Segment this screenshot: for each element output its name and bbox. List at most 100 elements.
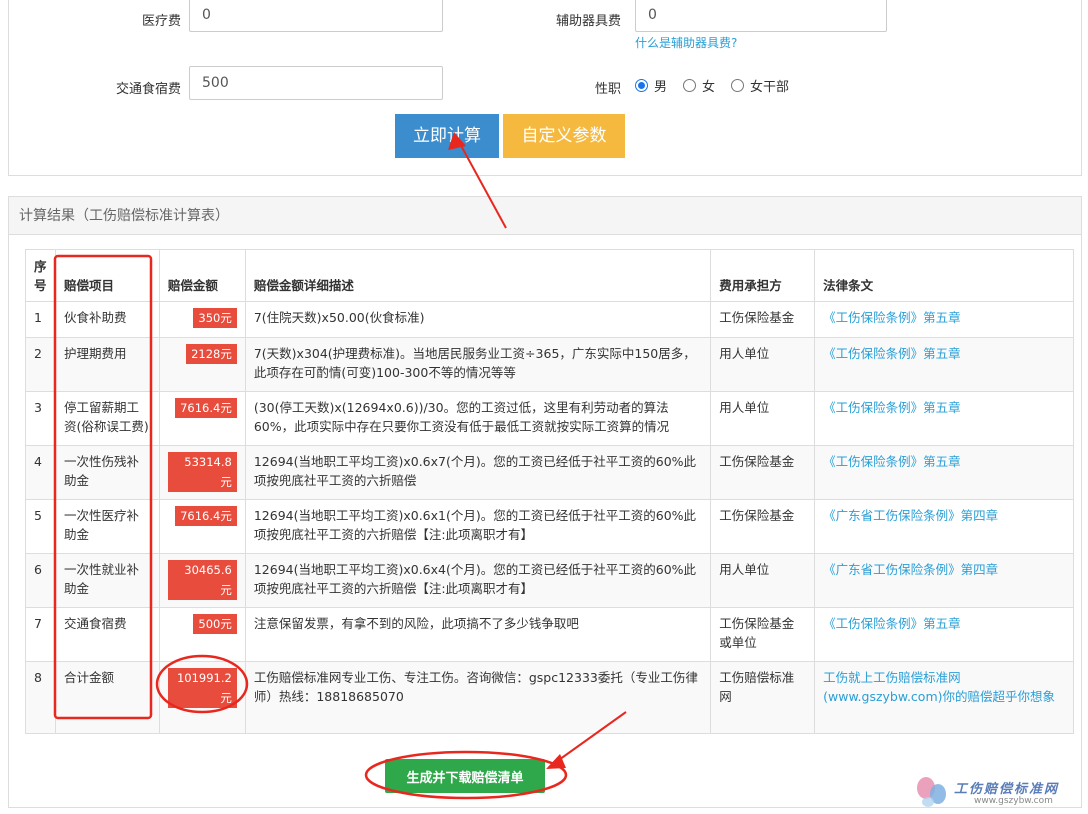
amount-badge: 53314.8元 [167,452,237,492]
law-link[interactable]: 《工伤保险条例》第五章 [823,346,961,361]
amount-badge: 350元 [193,308,237,328]
row-payer: 工伤保险基金 [710,445,816,500]
table-row: 2 护理期费用 2128元 7(天数)x304(护理费标准)。当地居民服务业工资… [25,337,1074,392]
row-no: 1 [25,301,56,338]
radio-female-cadre[interactable] [731,79,745,92]
law-link[interactable]: 《工伤保险条例》第五章 [823,310,961,325]
medical-fee-input[interactable]: 0 [189,0,443,32]
table-row-total: 8 合计金额 101991.2元 工伤赔偿标准网专业工伤、专注工伤。咨询微信：g… [25,661,1074,734]
law-link[interactable]: 《工伤保险条例》第五章 [823,400,961,415]
amount-badge: 2128元 [186,344,237,364]
row-description: 12694(当地职工平均工资)x0.6x1(个月)。您的工资已经低于社平工资的6… [244,499,712,554]
job-type-radio-group: 男 女 女干部 [635,76,799,95]
row-item: 一次性就业补助金 [54,553,160,608]
row-item: 合计金额 [54,661,160,734]
amount-badge: 500元 [193,614,237,634]
watermark-url: www.gszybw.com [974,796,1053,806]
row-no: 3 [25,391,56,446]
row-amount-cell: 2128元 [158,337,246,392]
amount-badge: 7616.4元 [175,398,237,418]
row-amount-cell: 7616.4元 [158,391,246,446]
row-no: 8 [25,661,56,734]
law-link[interactable]: 《工伤保险条例》第五章 [823,454,961,469]
row-description: 7(住院天数)x50.00(伙食标准) [244,301,712,338]
table-row: 5 一次性医疗补助金 7616.4元 12694(当地职工平均工资)x0.6x1… [25,499,1074,554]
medical-fee-label: 医疗费 [141,14,181,29]
row-item: 伙食补助费 [54,301,160,338]
row-law-cell: 《工伤保险条例》第五章 [814,607,1074,662]
table-row: 7 交通食宿费 500元 注意保留发票，有拿不到的风险，此项搞不了多少钱争取吧 … [25,607,1074,662]
header-amount: 赔偿金额 [158,249,246,302]
row-item: 一次性伤残补助金 [54,445,160,500]
header-law: 法律条文 [814,249,1074,302]
row-amount-cell: 500元 [158,607,246,662]
input-form-panel: 医疗费 0 辅助器具费 0 什么是辅助器具费? 交通食宿费 500 性职 男 女… [8,0,1082,176]
transport-fee-label: 交通食宿费 [115,82,181,97]
assist-device-fee-label: 辅助器具费 [555,14,621,29]
table-header-row: 序号 赔偿项目 赔偿金额 赔偿金额详细描述 费用承担方 法律条文 [25,249,1074,302]
row-payer: 用人单位 [710,391,816,446]
header-description: 赔偿金额详细描述 [244,249,712,302]
site-link[interactable]: 工伤就上工伤赔偿标准网(www.gszybw.com)你的赔偿超乎你想象 [823,670,1055,704]
row-law-cell: 《工伤保险条例》第五章 [814,301,1074,338]
law-link[interactable]: 《广东省工伤保险条例》第四章 [823,562,998,577]
header-payer: 费用承担方 [710,249,816,302]
radio-female[interactable] [683,79,697,92]
table-row: 1 伙食补助费 350元 7(住院天数)x50.00(伙食标准) 工伤保险基金 … [25,301,1074,338]
table-row: 4 一次性伤残补助金 53314.8元 12694(当地职工平均工资)x0.6x… [25,445,1074,500]
row-no: 7 [25,607,56,662]
custom-params-button[interactable]: 自定义参数 [503,114,625,158]
row-payer: 工伤保险基金或单位 [710,607,816,662]
row-no: 6 [25,553,56,608]
row-amount-cell: 53314.8元 [158,445,246,500]
row-no: 5 [25,499,56,554]
job-type-label: 性职 [594,82,621,97]
row-law-cell: 《广东省工伤保险条例》第四章 [814,499,1074,554]
row-law-cell: 《工伤保险条例》第五章 [814,391,1074,446]
row-law-cell: 工伤就上工伤赔偿标准网(www.gszybw.com)你的赔偿超乎你想象 [814,661,1074,734]
radio-male-label: 男 [654,80,668,95]
row-item: 护理期费用 [54,337,160,392]
row-payer: 用人单位 [710,553,816,608]
amount-badge: 30465.6元 [167,560,237,600]
law-link[interactable]: 《工伤保险条例》第五章 [823,616,961,631]
law-link[interactable]: 《广东省工伤保险条例》第四章 [823,508,998,523]
row-description: (30(停工天数)x(12694x0.6))/30。您的工资过低，这里有利劳动者… [244,391,712,446]
row-description: 工伤赔偿标准网专业工伤、专注工伤。咨询微信：gspc12333委托（专业工伤律师… [244,661,712,734]
row-item: 交通食宿费 [54,607,160,662]
row-law-cell: 《工伤保险条例》第五章 [814,445,1074,500]
radio-female-label: 女 [702,80,716,95]
compensation-table: 序号 赔偿项目 赔偿金额 赔偿金额详细描述 费用承担方 法律条文 1 伙食补助费… [25,249,1074,734]
assist-device-help-link[interactable]: 什么是辅助器具费? [635,34,737,51]
row-description: 注意保留发票，有拿不到的风险，此项搞不了多少钱争取吧 [244,607,712,662]
row-payer: 用人单位 [710,337,816,392]
row-item: 停工留薪期工资(俗称误工费) [54,391,160,446]
transport-fee-input[interactable]: 500 [189,66,443,100]
table-row: 6 一次性就业补助金 30465.6元 12694(当地职工平均工资)x0.6x… [25,553,1074,608]
row-no: 4 [25,445,56,500]
amount-badge: 7616.4元 [175,506,237,526]
row-description: 12694(当地职工平均工资)x0.6x7(个月)。您的工资已经低于社平工资的6… [244,445,712,500]
row-law-cell: 《广东省工伤保险条例》第四章 [814,553,1074,608]
calculate-button[interactable]: 立即计算 [395,114,499,158]
result-title: 计算结果（工伤赔偿标准计算表） [9,197,1081,235]
row-no: 2 [25,337,56,392]
radio-female-cadre-label: 女干部 [750,80,790,95]
row-payer: 工伤保险基金 [710,499,816,554]
row-amount-cell: 350元 [158,301,246,338]
header-no: 序号 [25,249,56,302]
assist-device-fee-input[interactable]: 0 [635,0,887,32]
radio-male[interactable] [635,79,648,92]
row-payer: 工伤赔偿标准网 [710,661,816,734]
row-description: 12694(当地职工平均工资)x0.6x4(个月)。您的工资已经低于社平工资的6… [244,553,712,608]
row-payer: 工伤保险基金 [710,301,816,338]
generate-download-button[interactable]: 生成并下载赔偿清单 [385,759,545,793]
site-watermark: 工伤赔偿标准网 www.gszybw.com [914,772,1084,812]
total-amount-badge: 101991.2元 [167,668,237,708]
watermark-title: 工伤赔偿标准网 [954,782,1060,797]
row-amount-cell: 30465.6元 [158,553,246,608]
row-item: 一次性医疗补助金 [54,499,160,554]
row-amount-cell: 101991.2元 [158,661,246,734]
row-description: 7(天数)x304(护理费标准)。当地居民服务业工资÷365，广东实际中150居… [244,337,712,392]
header-item: 赔偿项目 [54,249,160,302]
